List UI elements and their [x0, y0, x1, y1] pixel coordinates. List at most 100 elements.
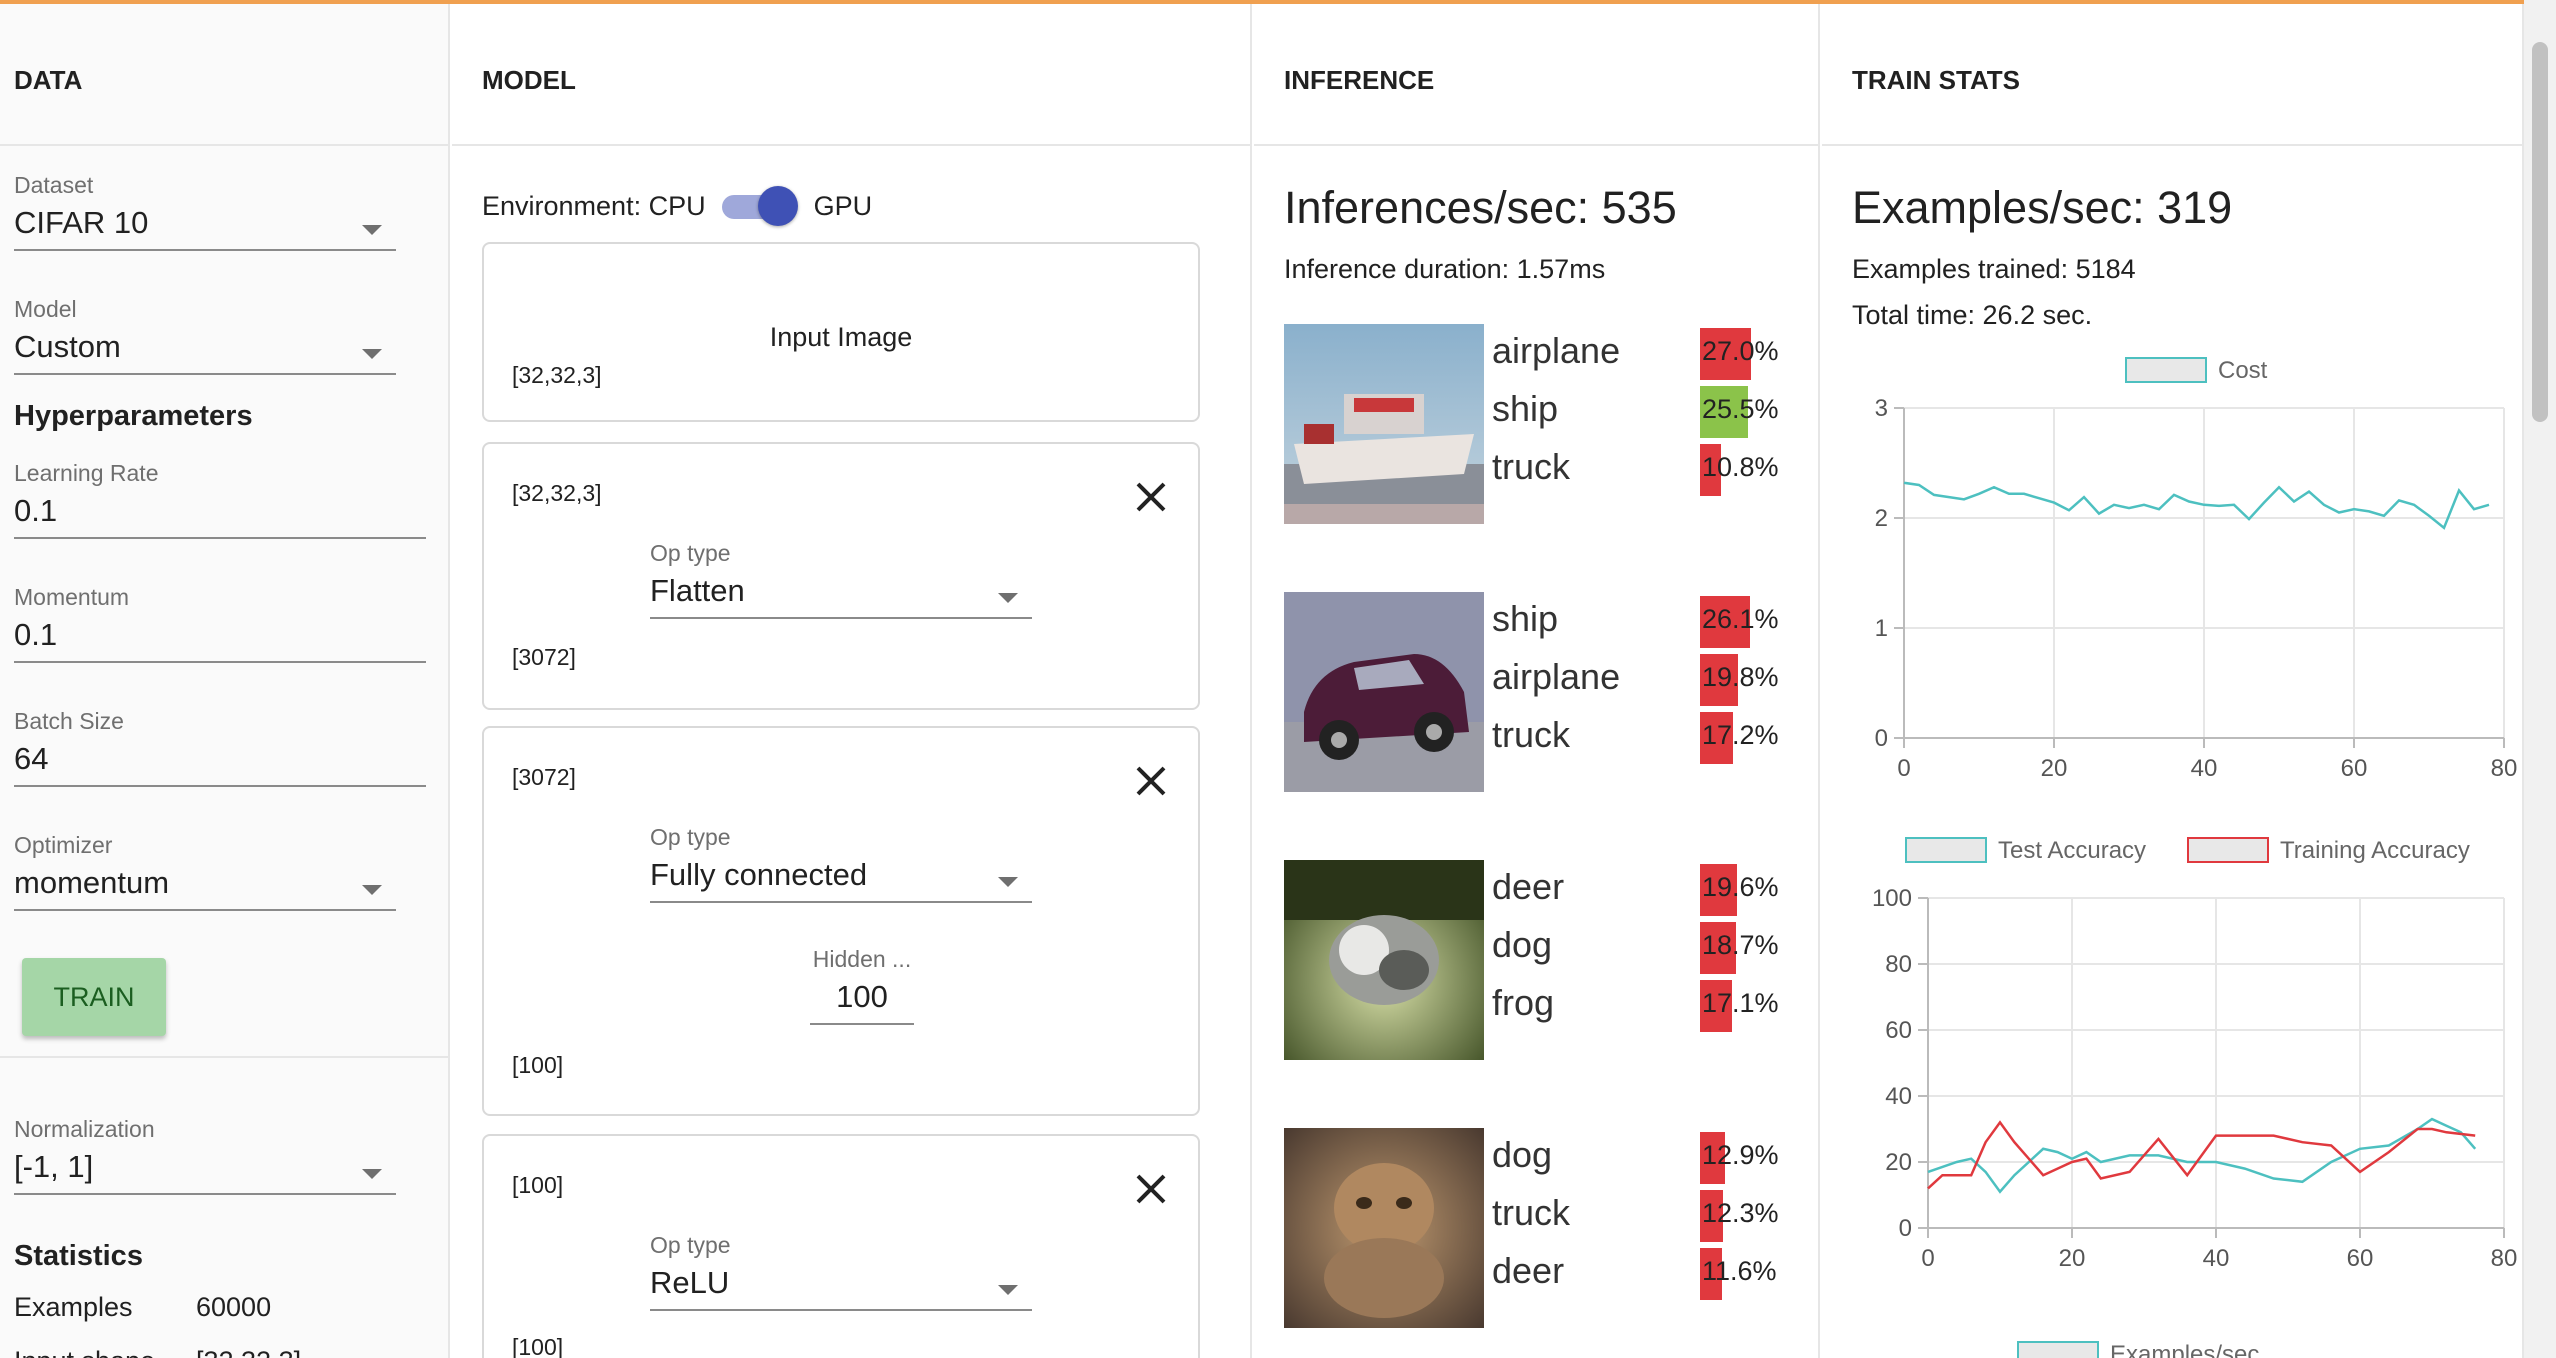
hidden-units-label: Hidden ...: [812, 946, 912, 972]
gpu-toggle[interactable]: [721, 186, 798, 226]
inference-item: deer 19.6% dog 18.7% frog 17.1%: [1284, 860, 1804, 1060]
prediction-percent: 25.5%: [1702, 394, 1779, 424]
normalization-value: [-1, 1]: [14, 1149, 94, 1184]
divider: [0, 1056, 450, 1058]
prediction-label: airplane: [1492, 656, 1621, 697]
layer-card: [100] Op type ReLU [100]: [482, 1134, 1200, 1358]
prediction-label: truck: [1492, 446, 1571, 487]
data-panel-title: DATA: [0, 4, 448, 146]
model-select[interactable]: Custom: [14, 329, 396, 375]
x-tick-label: 80: [2491, 1245, 2518, 1272]
prediction-label: dog: [1492, 924, 1553, 965]
prediction-row: truck 10.8%: [1492, 440, 1802, 498]
batch-size-field[interactable]: Batch Size 64: [14, 708, 426, 787]
hyperparameters-title: Hyperparameters: [14, 400, 253, 432]
inferences-per-sec: Inferences/sec: 535: [1284, 182, 1677, 233]
op-type-select[interactable]: Fully connected: [650, 857, 1032, 903]
x-tick-label: 60: [2341, 755, 2368, 782]
op-type-select[interactable]: Flatten: [650, 573, 1032, 619]
momentum-input[interactable]: 0.1: [14, 617, 426, 663]
chevron-down-icon: [362, 885, 382, 895]
batch-size-input[interactable]: 64: [14, 741, 426, 787]
prediction-label: deer: [1492, 866, 1565, 907]
prediction-row: airplane 27.0%: [1492, 324, 1802, 382]
input-shape: [32,32,3]: [512, 362, 602, 388]
learning-rate-input[interactable]: 0.1: [14, 493, 426, 539]
stat-label: Input shape: [14, 1346, 155, 1358]
prediction-label: airplane: [1492, 330, 1621, 371]
model-field[interactable]: Model Custom: [14, 296, 396, 375]
op-type-field[interactable]: Op type Flatten: [650, 540, 1032, 619]
examples-per-sec-chart: Examples/sec: [2017, 1341, 2259, 1358]
train-button[interactable]: TRAIN: [22, 958, 166, 1036]
chevron-down-icon: [362, 349, 382, 359]
prediction-label: truck: [1492, 714, 1571, 755]
dataset-field[interactable]: Dataset CIFAR 10: [14, 172, 396, 251]
layer-input-shape: [32,32,3]: [512, 480, 602, 506]
prediction-label: ship: [1492, 388, 1559, 429]
y-tick-label: 1: [1875, 615, 1888, 642]
prediction-row: dog 12.9%: [1492, 1128, 1802, 1186]
legend-swatch[interactable]: [2187, 837, 2269, 863]
legend-swatch[interactable]: [2125, 357, 2207, 383]
normalization-select[interactable]: [-1, 1]: [14, 1149, 396, 1195]
prediction-row: truck 12.3%: [1492, 1186, 1802, 1244]
close-icon[interactable]: [1134, 480, 1168, 514]
hidden-units-field[interactable]: Hidden ... 100: [810, 946, 914, 1025]
prediction-percent: 12.3%: [1702, 1198, 1779, 1228]
train-stats-panel: TRAIN STATS Examples/sec: 319 Examples t…: [1822, 4, 2524, 1358]
stat-value: 60000: [196, 1292, 272, 1322]
examples-per-sec: Examples/sec: 319: [1852, 182, 2233, 233]
prediction-row: dog 18.7%: [1492, 918, 1802, 976]
prediction-percent: 17.2%: [1702, 720, 1779, 750]
inference-item: airplane 27.0% ship 25.5% truck 10.8%: [1284, 324, 1804, 524]
cat-closeup-image: [1284, 1128, 1484, 1328]
environment-label: Environment: CPU: [482, 190, 706, 221]
op-type-value: Flatten: [650, 573, 745, 608]
op-type-field[interactable]: Op type ReLU: [650, 1232, 1032, 1311]
layer-card: [3072] Op type Fully connected Hidden ..…: [482, 726, 1200, 1116]
gpu-label: GPU: [813, 190, 873, 221]
op-type-select[interactable]: ReLU: [650, 1265, 1032, 1311]
model-panel: MODEL Environment: CPU GPU Input Image […: [452, 4, 1252, 1358]
inference-item: ship 26.1% airplane 19.8% truck 17.2%: [1284, 592, 1804, 792]
momentum-field[interactable]: Momentum 0.1: [14, 584, 426, 663]
cat-image: [1284, 860, 1484, 1060]
prediction-label: dog: [1492, 1134, 1553, 1175]
dataset-select[interactable]: CIFAR 10: [14, 205, 396, 251]
normalization-field[interactable]: Normalization [-1, 1]: [14, 1116, 396, 1195]
prediction-percent: 18.7%: [1702, 930, 1779, 960]
learning-rate-label: Learning Rate: [14, 460, 159, 486]
model-panel-title: MODEL: [452, 4, 1250, 146]
prediction-label: frog: [1492, 982, 1555, 1023]
prediction-percent: 27.0%: [1702, 336, 1779, 366]
series-line: [1903, 481, 2490, 530]
dataset-value: CIFAR 10: [14, 205, 149, 240]
op-type-field[interactable]: Op type Fully connected: [650, 824, 1032, 903]
prediction-row: deer 19.6%: [1492, 860, 1802, 918]
prediction-percent: 19.8%: [1702, 662, 1779, 692]
y-tick-label: 40: [1885, 1083, 1912, 1110]
inference-panel-title: INFERENCE: [1254, 4, 1818, 146]
close-icon[interactable]: [1134, 764, 1168, 798]
legend-swatch[interactable]: [2017, 1341, 2099, 1358]
learning-rate-field[interactable]: Learning Rate 0.1: [14, 460, 426, 539]
optimizer-field[interactable]: Optimizer momentum: [14, 832, 396, 911]
momentum-label: Momentum: [14, 584, 130, 610]
scrollbar-thumb[interactable]: [2532, 42, 2548, 422]
optimizer-value: momentum: [14, 865, 170, 900]
hidden-units-input[interactable]: 100: [810, 979, 914, 1025]
optimizer-select[interactable]: momentum: [14, 865, 396, 911]
y-tick-label: 0: [1899, 1215, 1912, 1242]
stat-label: Examples: [14, 1292, 133, 1322]
chevron-down-icon: [998, 593, 1018, 603]
close-icon[interactable]: [1134, 1172, 1168, 1206]
x-tick-label: 20: [2059, 1245, 2086, 1272]
legend-swatch[interactable]: [1905, 837, 1987, 863]
y-tick-label: 80: [1885, 951, 1912, 978]
legend-label: Test Accuracy: [1998, 837, 2146, 864]
data-panel: DATA Dataset CIFAR 10 Model Custom Hyper…: [0, 4, 450, 1358]
y-tick-label: 2: [1875, 505, 1888, 532]
model-value: Custom: [14, 329, 121, 364]
train-stats-panel-title: TRAIN STATS: [1822, 4, 2522, 146]
